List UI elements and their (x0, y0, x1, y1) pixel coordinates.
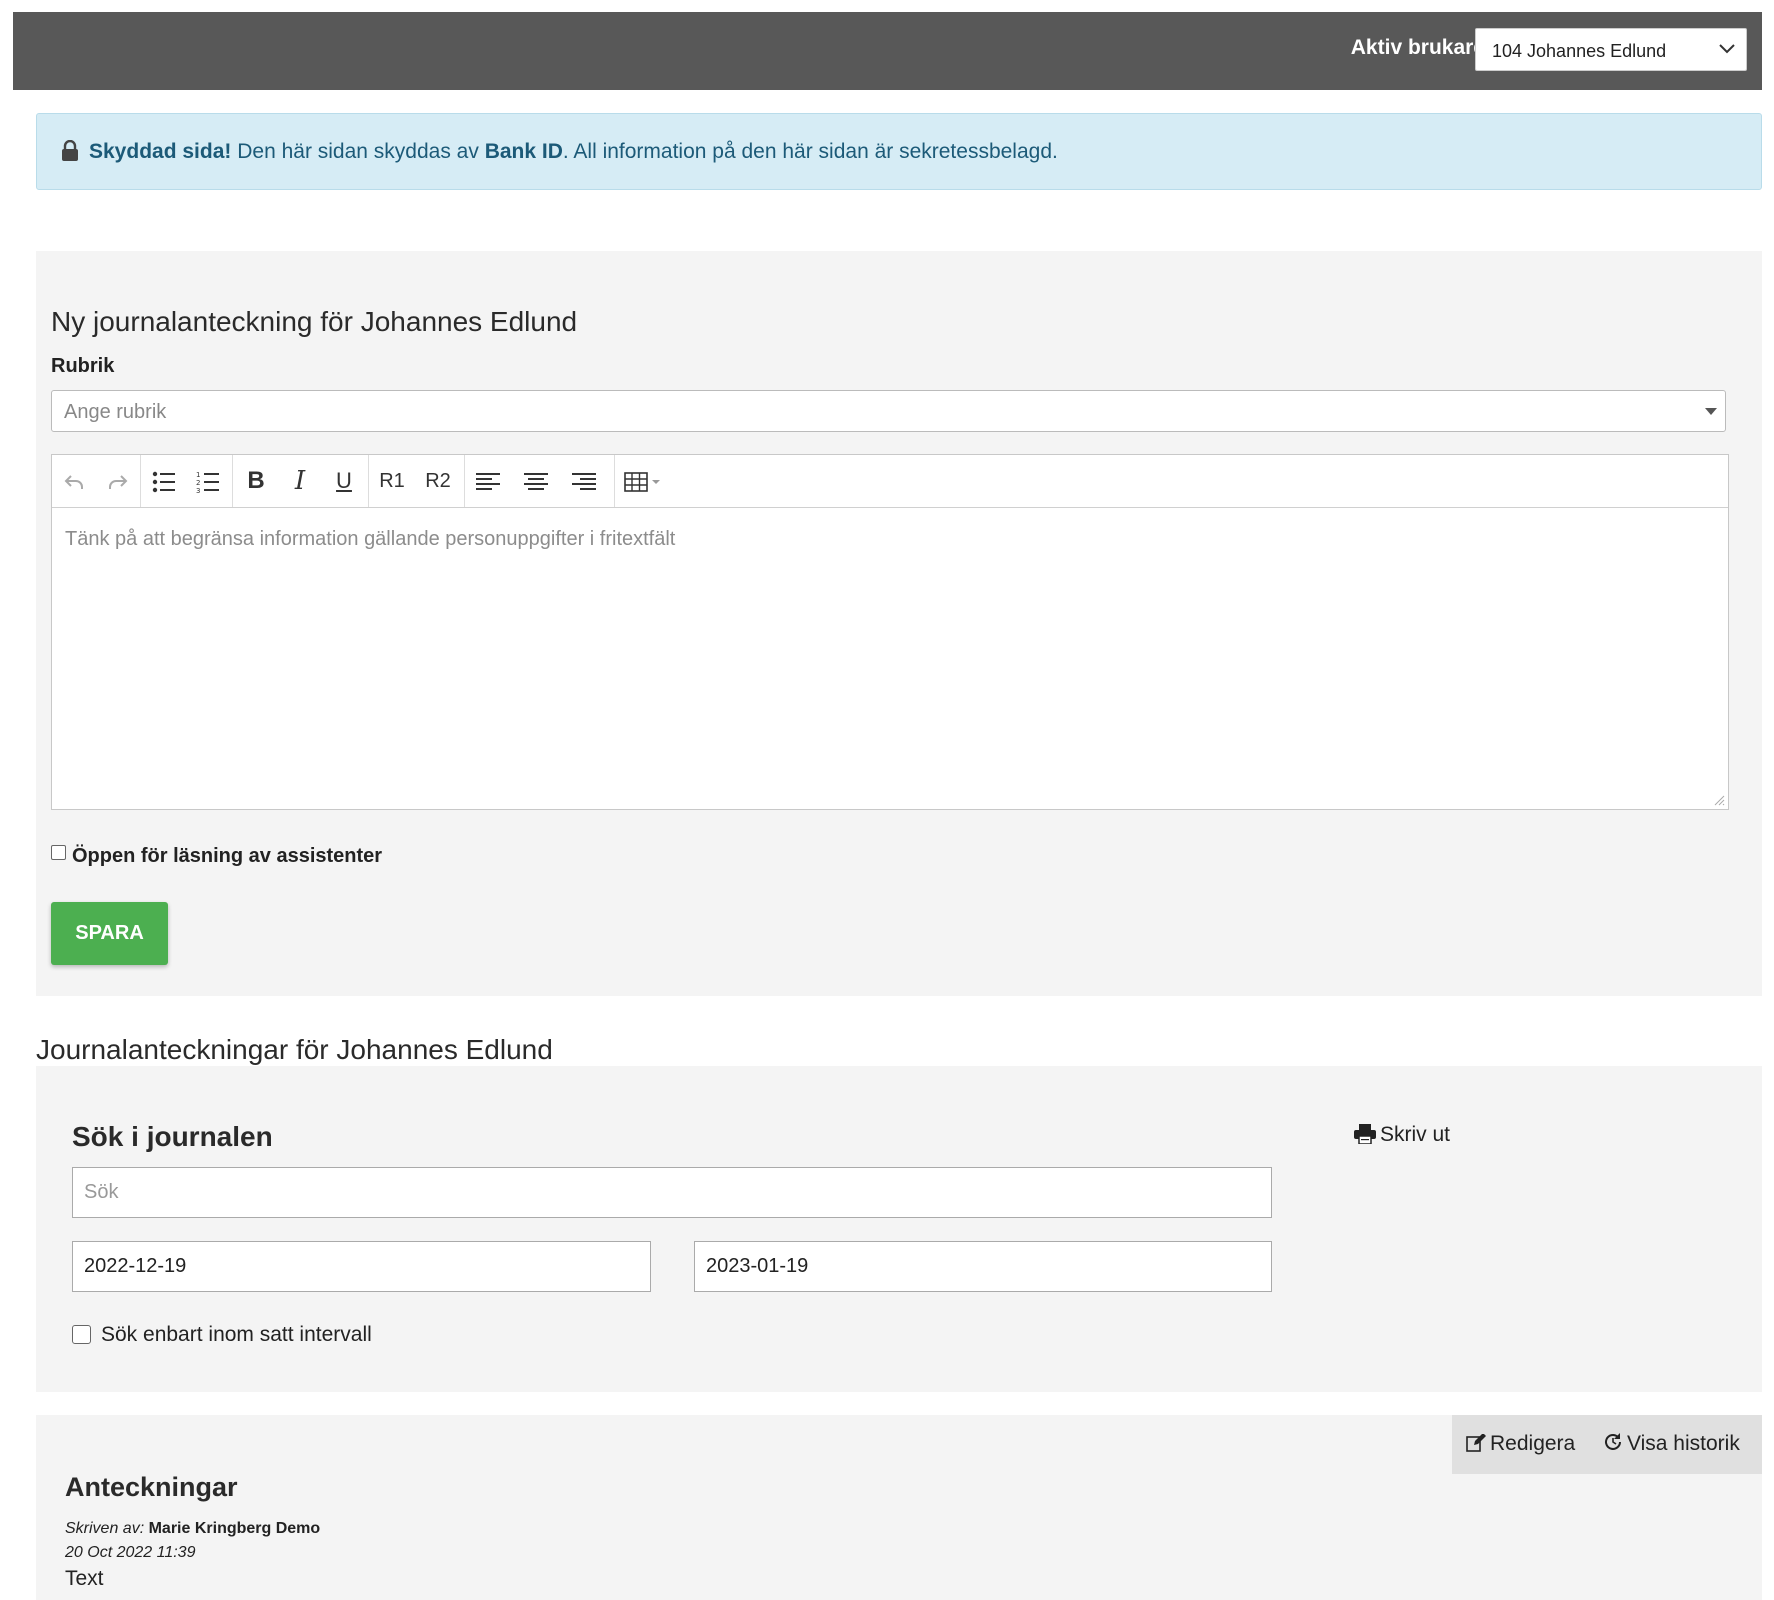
rubrik-select[interactable]: Ange rubrik (51, 390, 1726, 432)
written-by-label: Skriven av: (65, 1520, 145, 1537)
note-author-line: Skriven av: Marie Kringberg Demo (65, 1520, 320, 1538)
align-center-icon[interactable] (514, 463, 558, 499)
journal-search-panel: Sök i journalen Skriv ut Sök 2022-12-19 … (36, 1066, 1762, 1392)
italic-button[interactable]: I (278, 463, 322, 499)
notes-title: Anteckningar (65, 1472, 238, 1502)
redo-icon[interactable] (96, 463, 140, 499)
notes-panel: Redigera Visa historik Anteckningar Skri… (36, 1415, 1762, 1600)
assistants-checkbox-label: Öppen för läsning av assistenter (72, 845, 383, 867)
date-to-input[interactable]: 2023-01-19 (694, 1241, 1272, 1292)
top-bar: Aktiv brukare 104 Johannes Edlund (13, 12, 1762, 90)
bullet-list-icon[interactable] (142, 463, 186, 499)
numbered-list-icon[interactable]: 123 (186, 463, 230, 499)
date-from-value: 2022-12-19 (84, 1255, 187, 1277)
new-note-title: Ny journalanteckning för Johannes Edlund (51, 306, 578, 337)
alert-bank-id: Bank ID (484, 140, 563, 163)
note-date: 20 Oct 2022 11:39 (65, 1544, 196, 1561)
bold-button[interactable]: B (234, 463, 278, 499)
print-label: Skriv ut (1380, 1123, 1451, 1146)
edit-button[interactable]: Redigera (1466, 1432, 1575, 1456)
print-link[interactable]: Skriv ut (1354, 1123, 1450, 1147)
align-left-icon[interactable] (466, 463, 510, 499)
svg-text:1: 1 (196, 471, 200, 479)
note-author: Marie Kringberg Demo (148, 1520, 321, 1537)
edit-label: Redigera (1490, 1432, 1576, 1455)
rubrik-label: Rubrik (51, 355, 115, 377)
history-icon (1605, 1433, 1621, 1450)
alert-text-part2: . All information på den här sidan är se… (562, 140, 1058, 163)
assistants-checkbox[interactable] (51, 845, 66, 860)
assistants-checkbox-row: Öppen för läsning av assistenter (51, 845, 382, 868)
rubrik-placeholder: Ange rubrik (64, 401, 167, 423)
heading2-button[interactable]: R2 (416, 463, 460, 499)
alert-strong: Skyddad sida! (89, 140, 232, 163)
svg-text:2: 2 (196, 479, 200, 487)
date-to-value: 2023-01-19 (706, 1255, 809, 1277)
date-from-input[interactable]: 2022-12-19 (72, 1241, 651, 1292)
journal-search-input[interactable]: Sök (72, 1167, 1272, 1218)
interval-checkbox-row: Sök enbart inom satt intervall (72, 1323, 372, 1347)
undo-icon[interactable] (52, 463, 96, 499)
rich-text-editor[interactable]: 123 B I U R1 R2 Tänk på att begränsa inf… (51, 454, 1729, 810)
edit-icon (1466, 1433, 1486, 1452)
app-frame: Aktiv brukare 104 Johannes Edlund Skydda… (13, 12, 1762, 1600)
caret-down-icon (1705, 408, 1717, 415)
alert-text-part1: Den här sidan skyddas av (231, 140, 485, 163)
protected-page-alert: Skyddad sida! Den här sidan skyddas av B… (36, 113, 1762, 190)
resize-grip-icon[interactable] (1713, 794, 1725, 806)
heading1-button[interactable]: R1 (370, 463, 414, 499)
save-button[interactable]: SPARA (51, 902, 168, 965)
active-user-value: 104 Johannes Edlund (1492, 41, 1667, 61)
history-button[interactable]: Visa historik (1603, 1432, 1740, 1456)
note-text: Text (65, 1567, 104, 1590)
editor-toolbar: 123 B I U R1 R2 (52, 455, 1728, 508)
editor-placeholder: Tänk på att begränsa information gälland… (65, 528, 676, 550)
chevron-down-icon (1719, 44, 1735, 54)
search-title: Sök i journalen (72, 1121, 273, 1152)
active-user-label: Aktiv brukare (1350, 36, 1485, 59)
svg-text:3: 3 (196, 487, 200, 493)
interval-checkbox[interactable] (72, 1325, 91, 1344)
underline-button[interactable]: U (322, 463, 366, 499)
search-placeholder: Sök (84, 1181, 119, 1203)
lock-icon (62, 140, 78, 161)
table-icon[interactable] (618, 463, 668, 499)
alert-text: Skyddad sida! Den här sidan skyddas av B… (89, 140, 1058, 164)
new-note-panel: Ny journalanteckning för Johannes Edlund… (36, 251, 1762, 996)
printer-icon (1354, 1124, 1376, 1145)
interval-checkbox-label: Sök enbart inom satt intervall (101, 1323, 372, 1346)
note-actions: Redigera Visa historik (1452, 1415, 1762, 1474)
align-right-icon[interactable] (562, 463, 606, 499)
history-label: Visa historik (1627, 1432, 1740, 1455)
active-user-select[interactable]: 104 Johannes Edlund (1475, 28, 1747, 71)
journal-list-title: Journalanteckningar för Johannes Edlund (36, 1034, 553, 1065)
